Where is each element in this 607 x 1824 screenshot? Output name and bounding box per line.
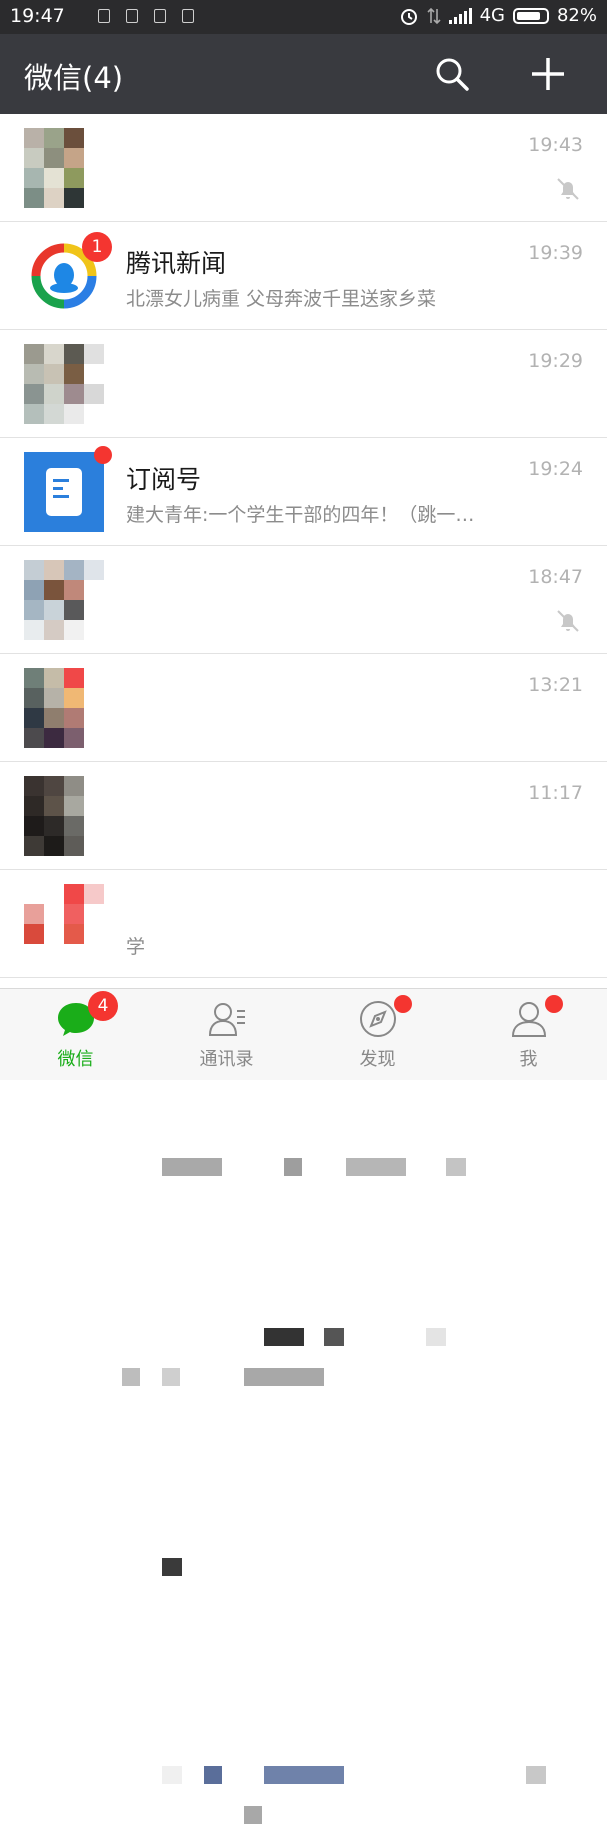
blurred-text xyxy=(162,1368,180,1386)
mute-icon xyxy=(557,610,579,632)
blurred-text xyxy=(526,1766,546,1784)
contacts-icon xyxy=(208,1003,245,1036)
blurred-text xyxy=(346,1158,406,1176)
blurred-text xyxy=(244,1806,262,1824)
tab-label: 通讯录 xyxy=(199,1049,254,1070)
data-transfer-icon xyxy=(427,7,441,24)
unread-badge: 1 xyxy=(82,232,112,262)
notification-icon xyxy=(126,9,138,23)
tab-discover[interactable]: 发现 xyxy=(302,989,453,1081)
blurred-text xyxy=(446,1158,466,1176)
chat-preview: 学 xyxy=(126,936,146,958)
notification-icon xyxy=(182,9,194,23)
subscriptions-icon xyxy=(24,452,104,532)
blurred-text xyxy=(284,1158,302,1176)
blurred-text xyxy=(244,1368,324,1386)
chat-row[interactable]: 11:17 xyxy=(0,762,607,1576)
alarm-icon xyxy=(400,8,417,25)
blurred-text xyxy=(162,1158,222,1176)
notification-icon xyxy=(98,9,110,23)
notification-icon xyxy=(154,9,166,23)
chat-row[interactable]: 19:43 xyxy=(0,114,607,316)
blurred-text xyxy=(264,1328,304,1346)
avatar xyxy=(24,128,104,208)
page-title: 微信(4) xyxy=(24,61,124,95)
battery-icon xyxy=(512,7,549,24)
chat-row[interactable]: 19:29 xyxy=(0,330,607,738)
chat-row[interactable]: 13:21 xyxy=(0,654,607,1386)
notification-icons xyxy=(98,9,194,23)
blurred-text xyxy=(162,1558,182,1576)
unread-dot xyxy=(94,446,112,464)
tab-label: 我 xyxy=(519,1049,538,1070)
chat-name: 订阅号 xyxy=(126,465,202,494)
tab-dot xyxy=(545,995,563,1013)
bottom-tab-bar: 4 微信 通讯录 发现 我 xyxy=(0,988,607,1080)
tab-chats[interactable]: 4 微信 xyxy=(0,989,151,1081)
chat-row[interactable]: 学 xyxy=(0,870,607,1824)
compass-icon xyxy=(360,1001,396,1037)
avatar xyxy=(24,344,104,424)
chat-time: 19:43 xyxy=(528,134,583,156)
tab-contacts[interactable]: 通讯录 xyxy=(151,989,302,1081)
chat-time: 19:29 xyxy=(528,350,583,372)
avatar xyxy=(24,776,104,856)
avatar xyxy=(24,560,104,640)
search-icon[interactable] xyxy=(432,54,472,94)
chat-row[interactable]: 18:47 xyxy=(0,546,607,1176)
tab-dot xyxy=(394,995,412,1013)
avatar xyxy=(24,668,104,748)
blurred-text xyxy=(204,1766,222,1784)
status-time: 19:47 xyxy=(10,5,65,27)
chat-name: 腾讯新闻 xyxy=(126,249,227,278)
chat-time: 19:39 xyxy=(528,242,583,264)
status-bar: 19:47 4G 82% xyxy=(0,0,607,34)
network-type: 4G xyxy=(479,5,505,26)
chat-time: 19:24 xyxy=(528,458,583,480)
tab-badge: 4 xyxy=(88,991,118,1021)
chat-time: 13:21 xyxy=(528,674,583,696)
signal-icon xyxy=(448,7,472,24)
blurred-text xyxy=(122,1368,140,1386)
tab-me[interactable]: 我 xyxy=(453,989,604,1081)
chat-time: 18:47 xyxy=(528,566,583,588)
app-header: 微信(4) xyxy=(0,34,607,114)
chat-row[interactable]: 订阅号 建大青年:一个学生干部的四年！（跳一… 19:24 xyxy=(0,438,607,546)
tab-label: 发现 xyxy=(359,1049,396,1070)
chat-preview: 北漂女儿病重 父母奔波千里送家乡菜 xyxy=(126,288,437,310)
battery-text: 82% xyxy=(556,5,597,26)
avatar xyxy=(24,884,104,964)
person-icon xyxy=(511,1002,547,1037)
blurred-text xyxy=(264,1766,344,1784)
chat-preview: 建大青年:一个学生干部的四年！（跳一… xyxy=(126,504,475,526)
plus-icon[interactable] xyxy=(528,54,568,94)
chat-time: 11:17 xyxy=(528,782,583,804)
tab-label: 微信 xyxy=(57,1049,94,1070)
blurred-text xyxy=(162,1766,182,1784)
blurred-text xyxy=(426,1328,446,1346)
blurred-text xyxy=(324,1328,344,1346)
mute-icon xyxy=(557,178,579,200)
